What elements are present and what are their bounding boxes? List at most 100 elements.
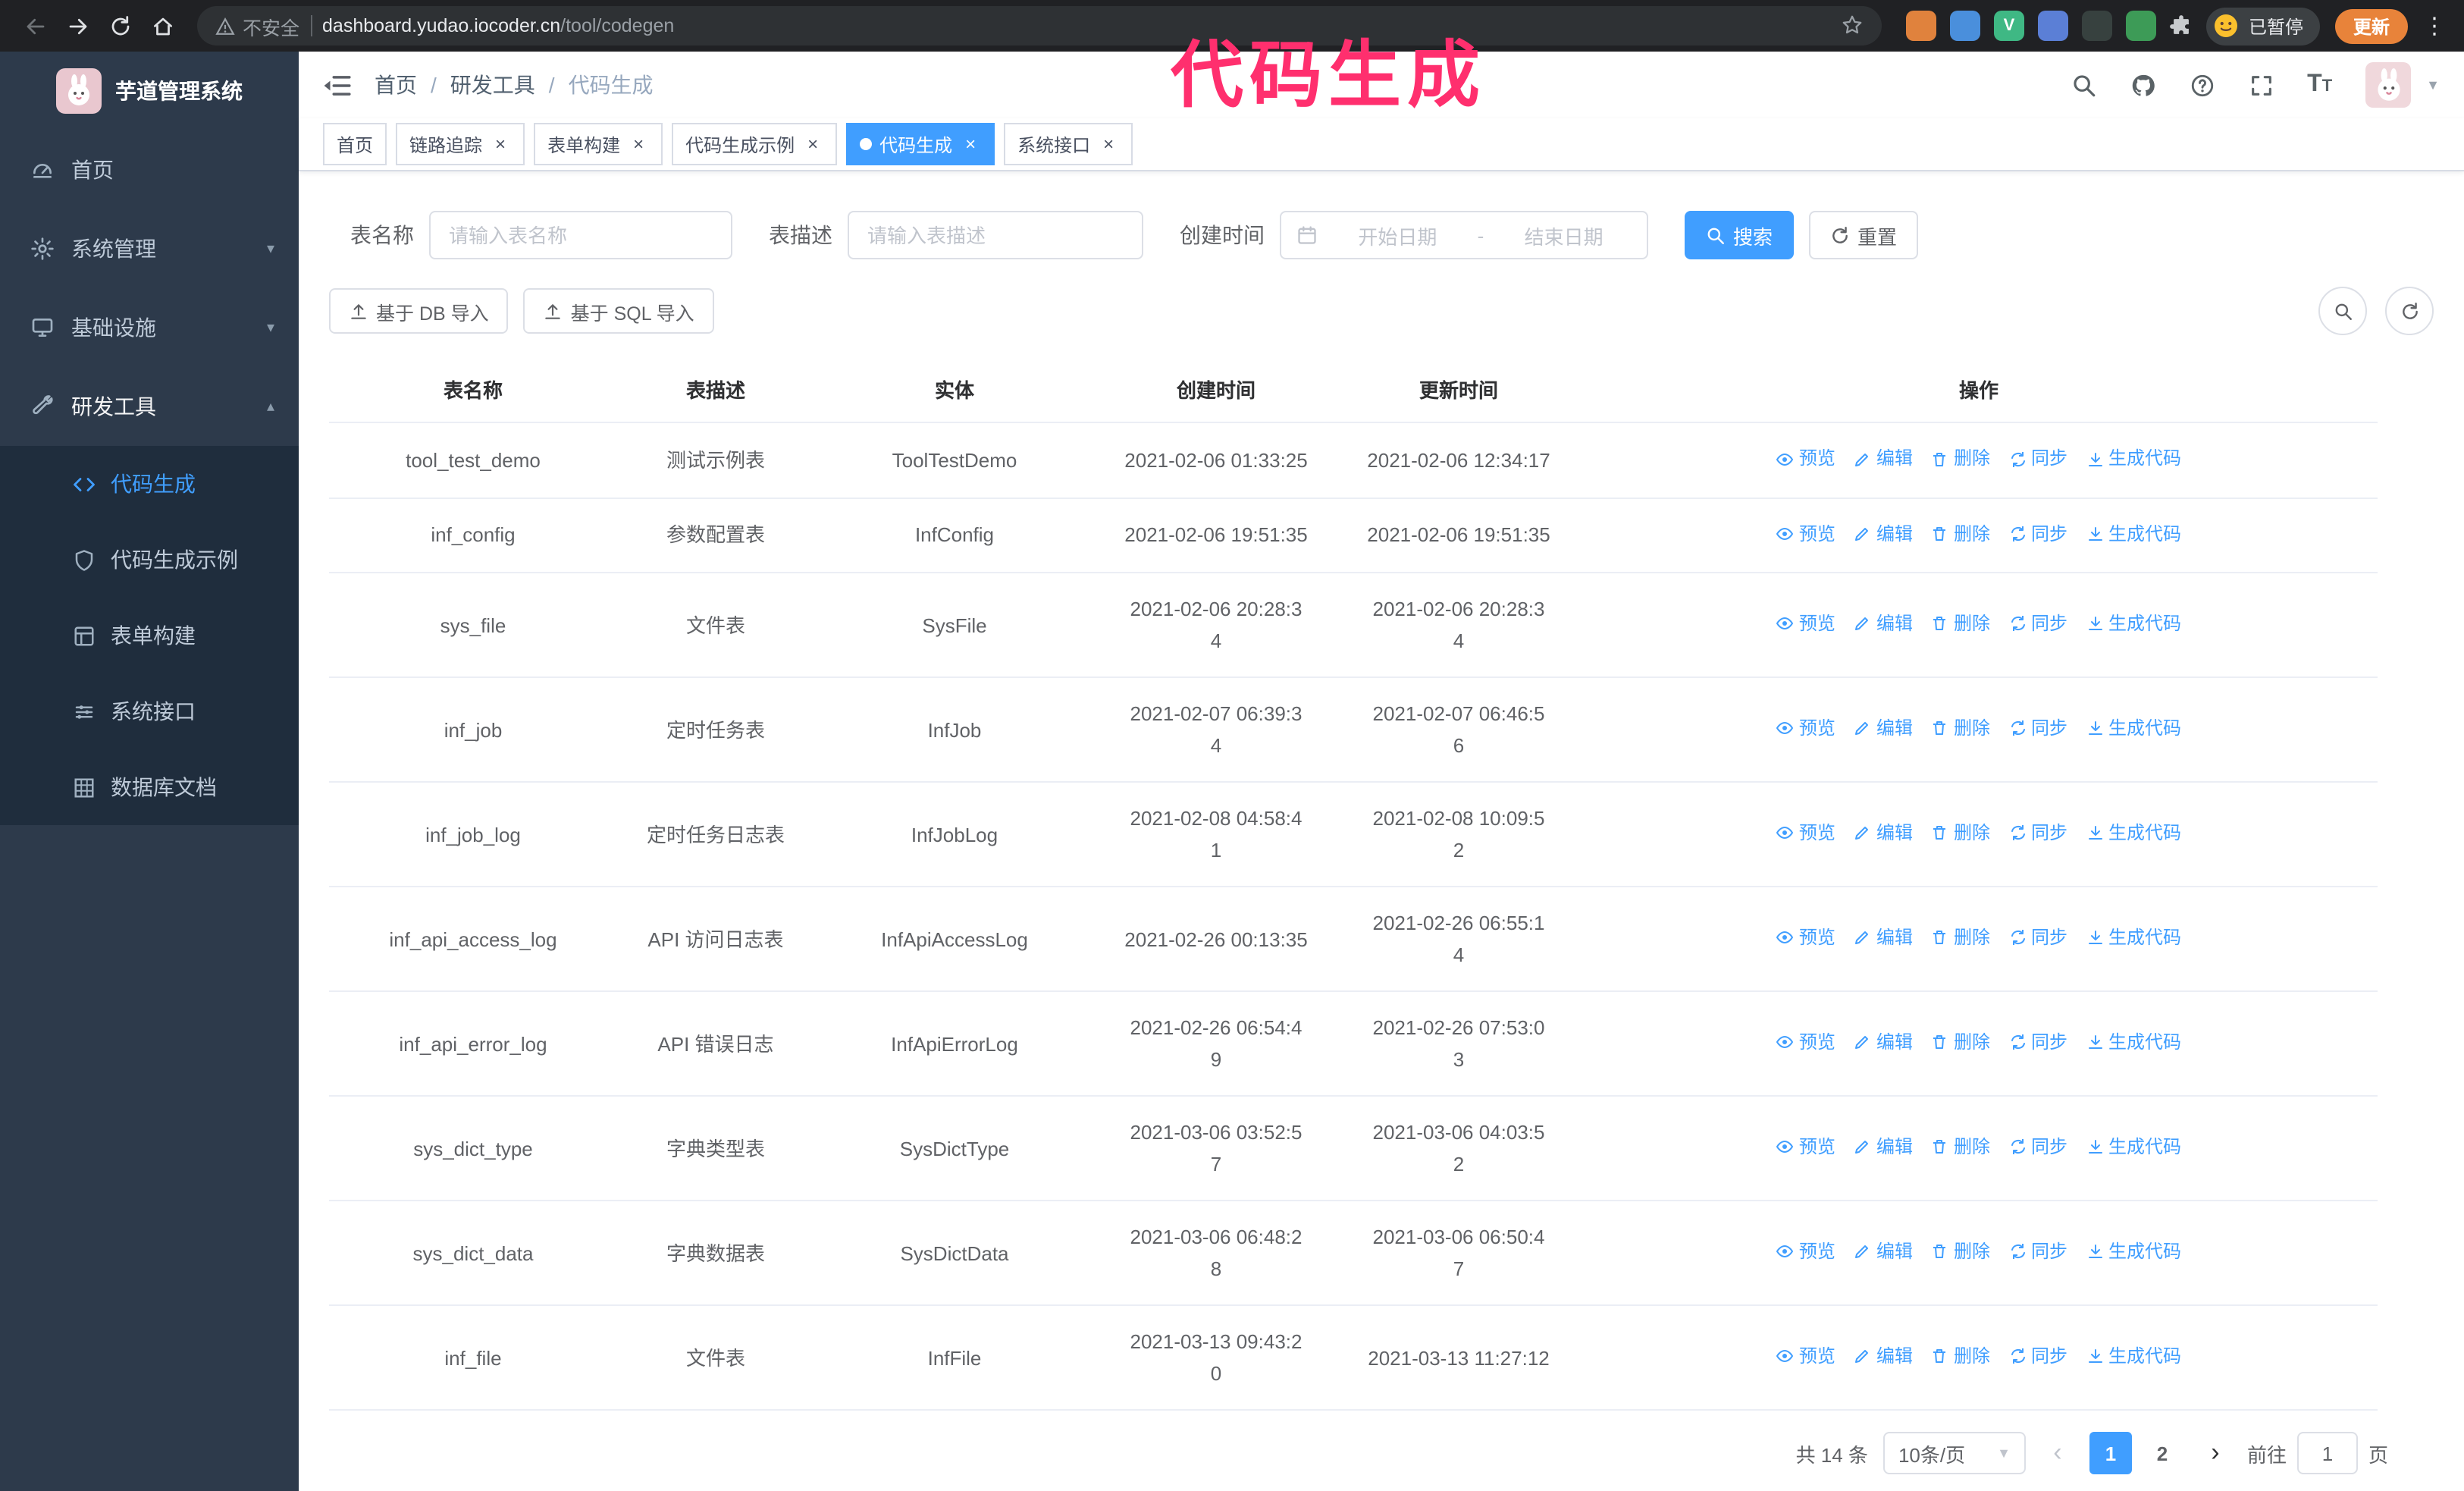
import-db-button[interactable]: 基于 DB 导入 xyxy=(329,288,509,334)
extension-blue-icon[interactable] xyxy=(1949,11,1980,41)
tab-home[interactable]: 首页 xyxy=(323,123,387,165)
profile-chip[interactable]: 已暂停 xyxy=(2205,7,2320,45)
next-page-button[interactable]: › xyxy=(2199,1432,2232,1474)
download-action-link[interactable]: 生成代码 xyxy=(2086,922,2181,954)
sidebar-subitem-codegen-example[interactable]: 代码生成示例 xyxy=(0,522,299,598)
eye-action-link[interactable]: 预览 xyxy=(1776,818,1835,849)
address-bar[interactable]: 不安全 dashboard.yudao.iocoder.cn/tool/code… xyxy=(197,6,1882,46)
trash-action-link[interactable]: 删除 xyxy=(1931,608,1990,640)
sync-action-link[interactable]: 同步 xyxy=(2008,443,2067,475)
trash-action-link[interactable]: 删除 xyxy=(1931,443,1990,475)
page-2-button[interactable]: 2 xyxy=(2141,1432,2183,1474)
extension-people-icon[interactable] xyxy=(2037,11,2068,41)
search-icon[interactable] xyxy=(2071,72,2096,98)
download-action-link[interactable]: 生成代码 xyxy=(2086,713,2181,745)
sync-action-link[interactable]: 同步 xyxy=(2008,713,2067,745)
sidebar-collapse-icon[interactable] xyxy=(323,71,352,99)
edit-action-link[interactable]: 编辑 xyxy=(1854,1341,1913,1373)
refresh-table-button[interactable] xyxy=(2385,287,2434,335)
tab-codegen[interactable]: 代码生成 × xyxy=(846,123,995,165)
avatar-caret-icon[interactable]: ▼ xyxy=(2426,77,2440,93)
user-avatar[interactable] xyxy=(2365,62,2412,108)
extension-orange-icon[interactable] xyxy=(1905,11,1936,41)
breadcrumb-dev-tools[interactable]: 研发工具 xyxy=(450,70,535,100)
table-desc-input[interactable] xyxy=(848,211,1143,259)
browser-back-button[interactable] xyxy=(15,6,55,46)
security-indicator[interactable]: 不安全 xyxy=(215,11,299,40)
browser-reload-button[interactable] xyxy=(100,6,140,46)
trash-action-link[interactable]: 删除 xyxy=(1931,1027,1990,1059)
trash-action-link[interactable]: 删除 xyxy=(1931,518,1990,550)
extension-vue-devtools-icon[interactable]: V xyxy=(1993,11,2024,41)
browser-forward-button[interactable] xyxy=(58,6,97,46)
browser-menu-icon[interactable]: ⋮ xyxy=(2423,12,2446,39)
sidebar-subitem-system-api[interactable]: 系统接口 xyxy=(0,673,299,749)
download-action-link[interactable]: 生成代码 xyxy=(2086,818,2181,849)
trash-action-link[interactable]: 删除 xyxy=(1931,1341,1990,1373)
eye-action-link[interactable]: 预览 xyxy=(1776,922,1835,954)
eye-action-link[interactable]: 预览 xyxy=(1776,443,1835,475)
fullscreen-icon[interactable] xyxy=(2248,72,2274,98)
trash-action-link[interactable]: 删除 xyxy=(1931,818,1990,849)
breadcrumb-home[interactable]: 首页 xyxy=(375,70,417,100)
reset-button[interactable]: 重置 xyxy=(1809,211,1919,259)
edit-action-link[interactable]: 编辑 xyxy=(1854,1027,1913,1059)
table-name-input[interactable] xyxy=(429,211,732,259)
download-action-link[interactable]: 生成代码 xyxy=(2086,1027,2181,1059)
sync-action-link[interactable]: 同步 xyxy=(2008,922,2067,954)
sync-action-link[interactable]: 同步 xyxy=(2008,1341,2067,1373)
edit-action-link[interactable]: 编辑 xyxy=(1854,1132,1913,1163)
close-icon[interactable]: × xyxy=(960,133,981,155)
edit-action-link[interactable]: 编辑 xyxy=(1854,818,1913,849)
github-icon[interactable] xyxy=(2130,72,2155,98)
trash-action-link[interactable]: 删除 xyxy=(1931,922,1990,954)
eye-action-link[interactable]: 预览 xyxy=(1776,713,1835,745)
toggle-search-button[interactable] xyxy=(2318,287,2367,335)
app-logo[interactable]: 芋道管理系统 xyxy=(0,52,299,130)
import-sql-button[interactable]: 基于 SQL 导入 xyxy=(523,288,714,334)
search-button[interactable]: 搜索 xyxy=(1685,211,1795,259)
prev-page-button[interactable]: ‹ xyxy=(2041,1432,2074,1474)
eye-action-link[interactable]: 预览 xyxy=(1776,1132,1835,1163)
edit-action-link[interactable]: 编辑 xyxy=(1854,443,1913,475)
extensions-puzzle-icon[interactable] xyxy=(2168,13,2194,39)
eye-action-link[interactable]: 预览 xyxy=(1776,1027,1835,1059)
sidebar-subitem-codegen[interactable]: 代码生成 xyxy=(0,446,299,522)
date-range-picker[interactable]: 开始日期 - 结束日期 xyxy=(1280,211,1648,259)
sync-action-link[interactable]: 同步 xyxy=(2008,608,2067,640)
download-action-link[interactable]: 生成代码 xyxy=(2086,1341,2181,1373)
tab-form-builder[interactable]: 表单构建 × xyxy=(534,123,663,165)
edit-action-link[interactable]: 编辑 xyxy=(1854,1236,1913,1268)
extension-dark-icon[interactable] xyxy=(2081,11,2112,41)
page-1-button[interactable]: 1 xyxy=(2089,1432,2132,1474)
tab-system-api[interactable]: 系统接口 × xyxy=(1004,123,1133,165)
trash-action-link[interactable]: 删除 xyxy=(1931,1132,1990,1163)
sidebar-item-infrastructure[interactable]: 基础设施 ▾ xyxy=(0,288,299,367)
trash-action-link[interactable]: 删除 xyxy=(1931,713,1990,745)
sync-action-link[interactable]: 同步 xyxy=(2008,1236,2067,1268)
sidebar-subitem-form-builder[interactable]: 表单构建 xyxy=(0,598,299,673)
sync-action-link[interactable]: 同步 xyxy=(2008,1132,2067,1163)
trash-action-link[interactable]: 删除 xyxy=(1931,1236,1990,1268)
browser-home-button[interactable] xyxy=(143,6,182,46)
edit-action-link[interactable]: 编辑 xyxy=(1854,713,1913,745)
page-size-select[interactable]: 10条/页 ▼ xyxy=(1882,1432,2026,1474)
sidebar-item-home[interactable]: 首页 xyxy=(0,130,299,209)
download-action-link[interactable]: 生成代码 xyxy=(2086,1132,2181,1163)
close-icon[interactable]: × xyxy=(802,133,823,155)
close-icon[interactable]: × xyxy=(490,133,511,155)
download-action-link[interactable]: 生成代码 xyxy=(2086,518,2181,550)
sync-action-link[interactable]: 同步 xyxy=(2008,518,2067,550)
help-icon[interactable] xyxy=(2189,72,2215,98)
edit-action-link[interactable]: 编辑 xyxy=(1854,518,1913,550)
sidebar-item-system[interactable]: 系统管理 ▾ xyxy=(0,209,299,288)
tab-tracer[interactable]: 链路追踪 × xyxy=(396,123,525,165)
font-size-icon[interactable]: TT xyxy=(2307,72,2332,97)
sidebar-item-dev-tools[interactable]: 研发工具 ▴ xyxy=(0,367,299,446)
close-icon[interactable]: × xyxy=(628,133,649,155)
download-action-link[interactable]: 生成代码 xyxy=(2086,443,2181,475)
tab-codegen-example[interactable]: 代码生成示例 × xyxy=(672,123,838,165)
sync-action-link[interactable]: 同步 xyxy=(2008,1027,2067,1059)
download-action-link[interactable]: 生成代码 xyxy=(2086,1236,2181,1268)
eye-action-link[interactable]: 预览 xyxy=(1776,1236,1835,1268)
